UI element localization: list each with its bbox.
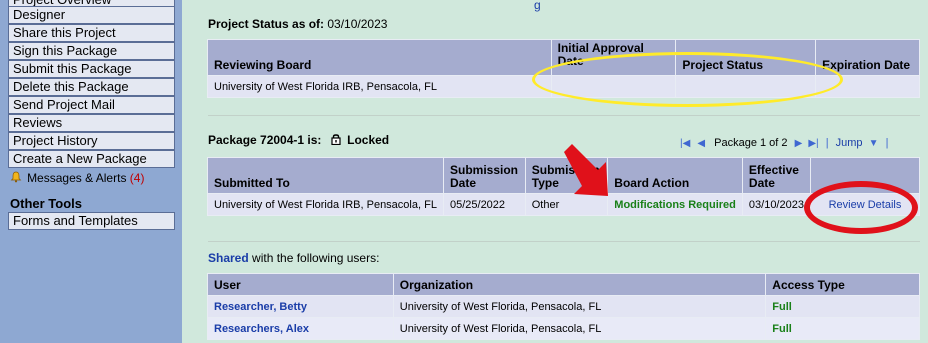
shared-highlight: Shared [208, 251, 249, 265]
column-header-board-action: Board Action [607, 157, 743, 194]
sidebar: Project Overview Designer Share this Pro… [0, 0, 182, 343]
sidebar-item-project-history[interactable]: Project History [8, 132, 175, 150]
column-header-reviewing-board: Reviewing Board [207, 39, 552, 76]
access-type-cell: Full [765, 295, 920, 318]
prev-page-icon[interactable]: ◀ [697, 138, 705, 149]
sidebar-item-designer[interactable]: Designer [8, 6, 175, 24]
first-page-icon[interactable]: |◀ [680, 138, 690, 149]
jump-link[interactable]: Jump [836, 137, 863, 149]
messages-count-badge: (4) [129, 171, 145, 185]
sidebar-item-reviews[interactable]: Reviews [8, 114, 175, 132]
column-header-user: User [207, 273, 394, 296]
pager-separator-end: | [885, 137, 889, 149]
sidebar-item-submit-package[interactable]: Submit this Package [8, 60, 175, 78]
effective-date-cell: 03/10/2023 [741, 193, 811, 216]
sidebar-item-forms-templates[interactable]: Forms and Templates [8, 212, 175, 230]
organization-cell: University of West Florida, Pensacola, F… [392, 295, 767, 318]
red-highlight-ellipse [804, 181, 918, 234]
pager-text: Package 1 of 2 [714, 137, 788, 149]
table-row: Researchers, Alex University of West Flo… [207, 317, 920, 340]
sidebar-item-share-project[interactable]: Share this Project [8, 24, 175, 42]
other-tools-heading: Other Tools [10, 196, 82, 211]
messages-alerts-label: Messages & Alerts [27, 171, 127, 185]
yellow-highlight-ellipse [532, 52, 843, 107]
red-arrow-icon [564, 144, 608, 196]
sidebar-item-delete-package[interactable]: Delete this Package [8, 78, 175, 96]
user-link[interactable]: Researcher, Betty [207, 295, 394, 318]
section-divider [208, 241, 920, 242]
package-heading-label: Package 72004-1 is: [208, 133, 322, 147]
shared-heading: Shared with the following users: [208, 251, 379, 265]
jump-dropdown-icon[interactable]: ▼ [869, 138, 879, 149]
package-pager: |◀ ◀ Package 1 of 2 ▶ ▶| | Jump ▼ | [680, 137, 892, 149]
table-row: Researcher, Betty University of West Flo… [207, 295, 920, 318]
messages-alerts-link[interactable]: Messages & Alerts (4) [10, 170, 144, 187]
access-type-cell: Full [765, 317, 920, 340]
submission-date-cell: 05/25/2022 [442, 193, 526, 216]
project-status-label: Project Status as of: [208, 17, 325, 31]
package-heading: Package 72004-1 is: Locked [208, 133, 389, 147]
column-header-submitted-to: Submitted To [207, 157, 444, 194]
lock-icon [331, 133, 344, 147]
column-header-access-type: Access Type [765, 273, 920, 296]
lock-state-label: Locked [347, 133, 390, 147]
column-header-organization: Organization [392, 273, 767, 296]
reviewing-board-cell: University of West Florida IRB, Pensacol… [207, 75, 552, 98]
section-divider [208, 115, 920, 116]
board-action-cell: Modifications Required [607, 193, 743, 216]
project-status-date: 03/10/2023 [327, 17, 388, 31]
sidebar-item-send-mail[interactable]: Send Project Mail [8, 96, 175, 114]
organization-cell: University of West Florida, Pensacola, F… [392, 317, 767, 340]
last-page-icon[interactable]: ▶| [808, 138, 818, 149]
sidebar-item-create-package[interactable]: Create a New Package [8, 150, 175, 168]
top-link-fragment[interactable]: g [534, 0, 541, 12]
pager-separator: | [825, 137, 829, 149]
column-header-submission-date: Submission Date [442, 157, 526, 194]
shared-heading-rest: with the following users: [252, 251, 380, 265]
shared-users-table: User Organization Access Type Researcher… [207, 273, 920, 340]
user-link[interactable]: Researchers, Alex [207, 317, 394, 340]
project-status-heading: Project Status as of: 03/10/2023 [208, 17, 387, 31]
submitted-to-cell: University of West Florida IRB, Pensacol… [207, 193, 444, 216]
column-header-effective-date: Effective Date [741, 157, 811, 194]
main-content: g Project Status as of: 03/10/2023 Revie… [182, 0, 928, 343]
bell-icon [10, 171, 25, 185]
sidebar-item-sign-package[interactable]: Sign this Package [8, 42, 175, 60]
next-page-icon[interactable]: ▶ [795, 138, 803, 149]
